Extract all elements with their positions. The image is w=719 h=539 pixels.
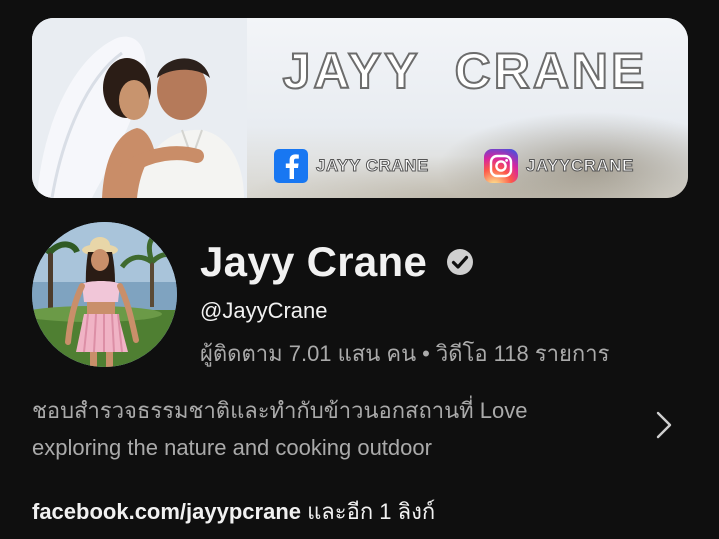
stats-separator: • xyxy=(422,341,430,366)
channel-link-more[interactable]: และอีก 1 ลิงก์ xyxy=(301,499,435,524)
channel-page: JAYY CRANE JAYY CRANE JAYYCRANE Jayy Cra… xyxy=(0,0,719,539)
channel-link-url[interactable]: facebook.com/jayypcrane xyxy=(32,499,301,524)
channel-name-row: Jayy Crane xyxy=(200,234,475,290)
verified-badge-icon xyxy=(447,249,474,275)
instagram-icon xyxy=(484,149,518,183)
chevron-right-icon[interactable] xyxy=(650,408,678,442)
banner-instagram-badge: JAYYCRANE xyxy=(484,148,634,184)
banner-facebook-badge: JAYY CRANE xyxy=(274,148,429,184)
channel-avatar[interactable] xyxy=(32,222,177,367)
subscriber-count: ผู้ติดตาม 7.01 แสน คน xyxy=(200,341,417,366)
channel-name: Jayy Crane xyxy=(200,238,428,285)
channel-stats: ผู้ติดตาม 7.01 แสน คน • วิดีโอ 118 รายการ xyxy=(200,336,609,371)
banner-instagram-handle: JAYYCRANE xyxy=(526,156,634,176)
avatar-image xyxy=(32,222,177,367)
banner-couple-image xyxy=(32,18,247,198)
channel-banner: JAYY CRANE JAYY CRANE JAYYCRANE xyxy=(32,18,688,198)
video-count: วิดีโอ 118 รายการ xyxy=(435,341,610,366)
channel-links[interactable]: facebook.com/jayypcrane และอีก 1 ลิงก์ xyxy=(32,494,435,529)
facebook-icon xyxy=(274,149,308,183)
channel-description[interactable]: ชอบสำรวจธรรมชาติและทำกับข้าวนอกสถานที่ L… xyxy=(32,392,622,466)
banner-facebook-handle: JAYY CRANE xyxy=(316,156,429,176)
banner-title: JAYY CRANE xyxy=(282,42,648,100)
channel-handle: @JayyCrane xyxy=(200,298,328,323)
